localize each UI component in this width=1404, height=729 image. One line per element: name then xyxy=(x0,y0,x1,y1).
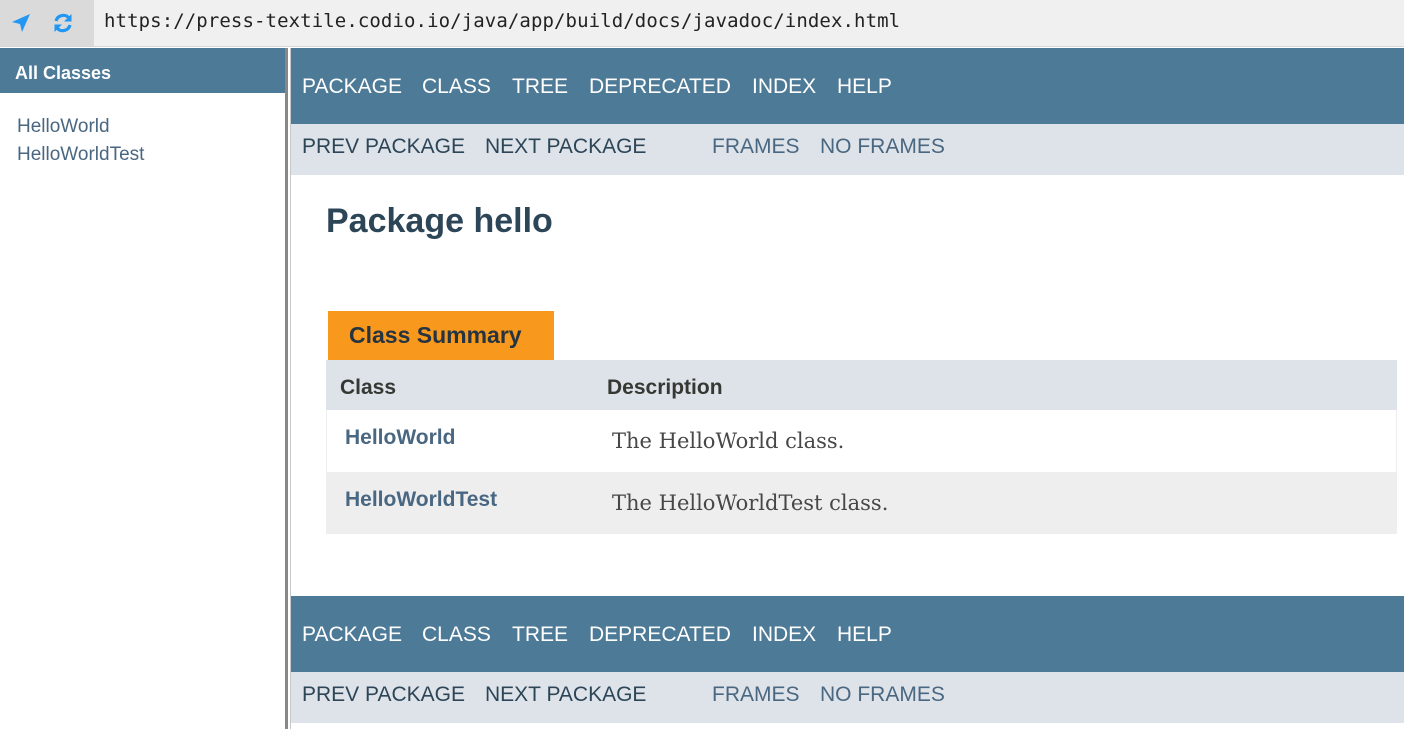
address-bar: https://press-textile.codio.io/java/app/… xyxy=(0,0,1404,47)
nav-index[interactable]: INDEX xyxy=(752,623,816,647)
nav-tree[interactable]: TREE xyxy=(512,623,568,647)
location-arrow-icon[interactable] xyxy=(8,10,34,36)
all-classes-frame: All Classes HelloWorld HelloWorldTest xyxy=(0,48,285,729)
prev-package: PREV PACKAGE xyxy=(302,135,465,158)
nav-index[interactable]: INDEX xyxy=(752,75,816,99)
class-summary-tab: Class Summary xyxy=(328,311,554,360)
nav-deprecated[interactable]: DEPRECATED xyxy=(589,75,731,99)
nav-help[interactable]: HELP xyxy=(837,75,892,99)
nav-class[interactable]: CLASS xyxy=(422,75,491,99)
class-link-helloworld[interactable]: HelloWorld xyxy=(17,113,285,141)
sub-nav-bar: PREV PACKAGE NEXT PACKAGE FRAMES NO FRAM… xyxy=(291,124,1404,175)
column-header-description: Description xyxy=(607,376,723,399)
nav-help[interactable]: HELP xyxy=(837,623,892,647)
class-link-helloworldtest[interactable]: HelloWorldTest xyxy=(17,141,285,169)
bottom-sub-nav-bar: PREV PACKAGE NEXT PACKAGE FRAMES NO FRAM… xyxy=(291,672,1404,723)
class-list: HelloWorld HelloWorldTest xyxy=(0,93,285,169)
class-link-helloworldtest[interactable]: HelloWorldTest xyxy=(345,488,497,512)
nav-deprecated[interactable]: DEPRECATED xyxy=(589,623,731,647)
package-frame: PACKAGE CLASS TREE DEPRECATED INDEX HELP… xyxy=(291,48,1404,729)
frames-link[interactable]: FRAMES xyxy=(712,135,800,159)
refresh-icon[interactable] xyxy=(50,10,76,36)
page-title: Package hello xyxy=(326,202,553,240)
class-description: The HelloWorldTest class. xyxy=(612,491,889,515)
nav-tree[interactable]: TREE xyxy=(512,75,568,99)
next-package: NEXT PACKAGE xyxy=(485,135,647,158)
nav-package[interactable]: PACKAGE xyxy=(302,623,402,647)
class-description: The HelloWorld class. xyxy=(612,429,845,453)
class-summary-table: Class Description HelloWorld The HelloWo… xyxy=(326,360,1397,534)
next-package: NEXT PACKAGE xyxy=(485,683,647,706)
table-row: HelloWorldTest The HelloWorldTest class. xyxy=(326,472,1397,534)
table-header: Class Description xyxy=(326,360,1397,410)
table-row: HelloWorld The HelloWorld class. xyxy=(326,410,1397,472)
url-field[interactable]: https://press-textile.codio.io/java/app/… xyxy=(104,10,900,32)
no-frames-link[interactable]: NO FRAMES xyxy=(820,683,945,707)
nav-package[interactable]: PACKAGE xyxy=(302,75,402,99)
no-frames-link[interactable]: NO FRAMES xyxy=(820,135,945,159)
top-nav-bar: PACKAGE CLASS TREE DEPRECATED INDEX HELP xyxy=(291,48,1404,124)
nav-class[interactable]: CLASS xyxy=(422,623,491,647)
column-header-class: Class xyxy=(340,376,397,399)
bottom-nav-bar: PACKAGE CLASS TREE DEPRECATED INDEX HELP xyxy=(291,596,1404,672)
class-link-helloworld[interactable]: HelloWorld xyxy=(345,426,455,450)
frames-link[interactable]: FRAMES xyxy=(712,683,800,707)
prev-package: PREV PACKAGE xyxy=(302,683,465,706)
all-classes-header: All Classes xyxy=(0,48,285,93)
address-bar-buttons xyxy=(0,0,94,46)
